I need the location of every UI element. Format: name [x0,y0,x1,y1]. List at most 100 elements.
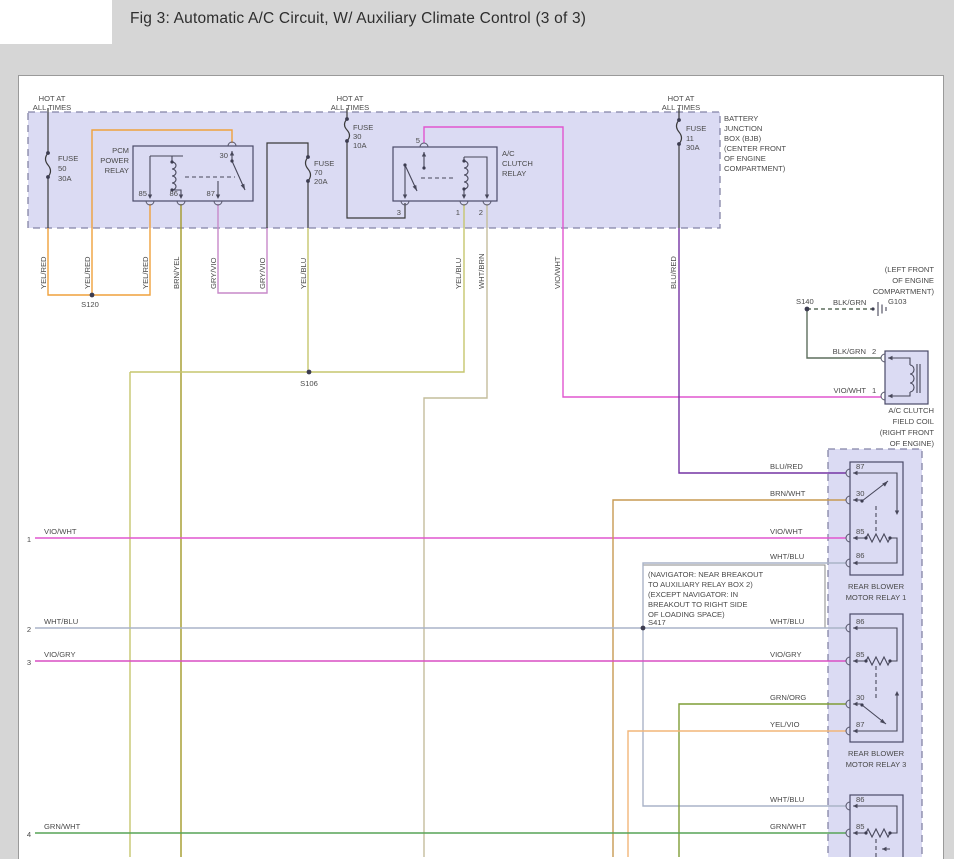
pin-number: 86 [856,617,864,626]
coil-name: OF ENGINE) [890,439,935,448]
wire-color-label: WHT/BLU [770,617,804,626]
ground-id: G103 [888,297,907,306]
wire-brn-wht [613,500,846,857]
wire-color-label: GRN/WHT [44,822,81,831]
pin-number: 2 [872,347,876,356]
vertical-wire-labels: YEL/RED YEL/RED YEL/RED BRN/YEL GRY/VIO … [39,254,678,289]
pin-number: 2 [479,208,483,217]
fuse-11-amps: 30A [686,143,700,152]
diagram-panel: HOT AT ALL TIMES HOT AT ALL TIMES HOT AT… [18,75,944,859]
wire-color-label: GRY/VIO [209,257,218,289]
bjb-line: BOX (BJB) [724,134,762,143]
pin-number: 1 [872,386,876,395]
pin-number: 85 [139,189,147,198]
splice-label: S140 [796,297,814,306]
bjb-line: COMPARTMENT) [724,164,786,173]
fuse-11-num: 11 [686,134,694,143]
wire-color-label: GRN/ORG [770,693,806,702]
fuse-30-label: FUSE [353,123,373,132]
wire-color-label: YEL/RED [141,256,150,289]
fuse-50-label: FUSE [58,154,78,163]
pcm-power-relay-box [133,146,253,201]
wire-wht-brn [424,204,487,857]
wire-color-label: BRN/YEL [172,257,181,290]
wire-color-label: YEL/BLU [299,258,308,289]
note-line: BREAKOUT TO RIGHT SIDE [648,600,747,609]
hot-label: HOT AT [668,94,695,103]
wire-color-label: GRY/VIO [258,257,267,289]
up-arrowheads [230,151,899,696]
ac-line: RELAY [502,169,526,178]
hot-label: ALL TIMES [331,103,369,112]
component-internals [150,151,920,857]
pin-number: 30 [856,693,864,702]
bjb-name-label: BATTERY JUNCTION BOX (BJB) (CENTER FRONT… [724,114,786,173]
wire-color-label: VIO/WHT [834,386,867,395]
rear1-name: REAR BLOWER [848,582,905,591]
wire-color-label: BLK/GRN [833,347,866,356]
ground-loc: (LEFT FRONT [885,265,935,274]
wire-color-label: YEL/VIO [770,720,800,729]
fuse-30-amps: 10A [353,141,367,150]
wire-color-label: BLK/GRN [833,298,866,307]
coil-name: A/C CLUTCH [888,406,934,415]
ground-labels: (LEFT FRONT OF ENGINE COMPARTMENT) G103 … [796,265,934,307]
right-wire-labels: BLU/RED BRN/WHT VIO/WHT WHT/BLU WHT/BLU … [770,462,807,831]
pcm-line: POWER [100,156,129,165]
wire-color-label: YEL/RED [39,256,48,289]
hot-label: ALL TIMES [33,103,71,112]
ground-loc: COMPARTMENT) [873,287,935,296]
wire-blu-red [679,228,846,473]
note-line: OF LOADING SPACE) [648,610,725,619]
note-line: TO AUXILIARY RELAY BOX 2) [648,580,753,589]
wire-color-label: BLU/RED [669,256,678,289]
note-text: (NAVIGATOR: NEAR BREAKOUT TO AUXILIARY R… [648,570,764,619]
wire-number: 1 [27,535,31,544]
wire-color-label: VIO/WHT [770,527,803,536]
hot-at-all-times-labels: HOT AT ALL TIMES HOT AT ALL TIMES HOT AT… [33,94,700,112]
bjb-line: (CENTER FRONT [724,144,786,153]
pin-number: 30 [856,489,864,498]
bjb-line: JUNCTION [724,124,762,133]
note-line: (EXCEPT NAVIGATOR: IN [648,590,738,599]
hot-label: HOT AT [39,94,66,103]
wire-color-label: WHT/BLU [44,617,78,626]
splice-labels: S120 S106 S417 [81,300,666,627]
wire-color-label: VIO/WHT [44,527,77,536]
wire-color-label: WHT/BLU [770,795,804,804]
wire-color-label: BLU/RED [770,462,803,471]
pin-number: 87 [856,462,864,471]
pin-number: 1 [456,208,460,217]
wire-number: 2 [27,625,31,634]
wiring-diagram: HOT AT ALL TIMES HOT AT ALL TIMES HOT AT… [19,76,943,857]
coil-name: FIELD COIL [893,417,934,426]
rear3-name: REAR BLOWER [848,749,905,758]
wire-number: 4 [27,830,31,839]
wire-color-label: WHT/BLU [770,552,804,561]
pin-number: 85 [856,822,864,831]
bjb-line: BATTERY [724,114,758,123]
wire-color-label: YEL/RED [83,256,92,289]
fuse-70-amps: 20A [314,177,328,186]
pcm-line: PCM [112,146,129,155]
pin-number: 86 [856,551,864,560]
hot-label: HOT AT [337,94,364,103]
bjb-line: OF ENGINE [724,154,766,163]
wire-yel-blu [130,204,464,857]
wire-color-label: VIO/GRY [770,650,802,659]
page-corner [0,0,112,44]
coil-name: (RIGHT FRONT [880,428,935,437]
left-wire-labels: 1 VIO/WHT 2 WHT/BLU 3 VIO/GRY 4 GRN/WHT [27,527,81,839]
splice-label: S120 [81,300,99,309]
pin-number: 86 [856,795,864,804]
wire-color-label: WHT/BRN [477,254,486,289]
pin-number: 87 [207,189,215,198]
wire-color-label: BRN/WHT [770,489,806,498]
fuse-30-num: 30 [353,132,361,141]
page-title: Fig 3: Automatic A/C Circuit, W/ Auxilia… [130,10,586,28]
pin-number: 86 [170,189,178,198]
pin-number: 85 [856,527,864,536]
pin-number: 85 [856,650,864,659]
ac-line: CLUTCH [502,159,533,168]
pin-number: 30 [220,151,228,160]
